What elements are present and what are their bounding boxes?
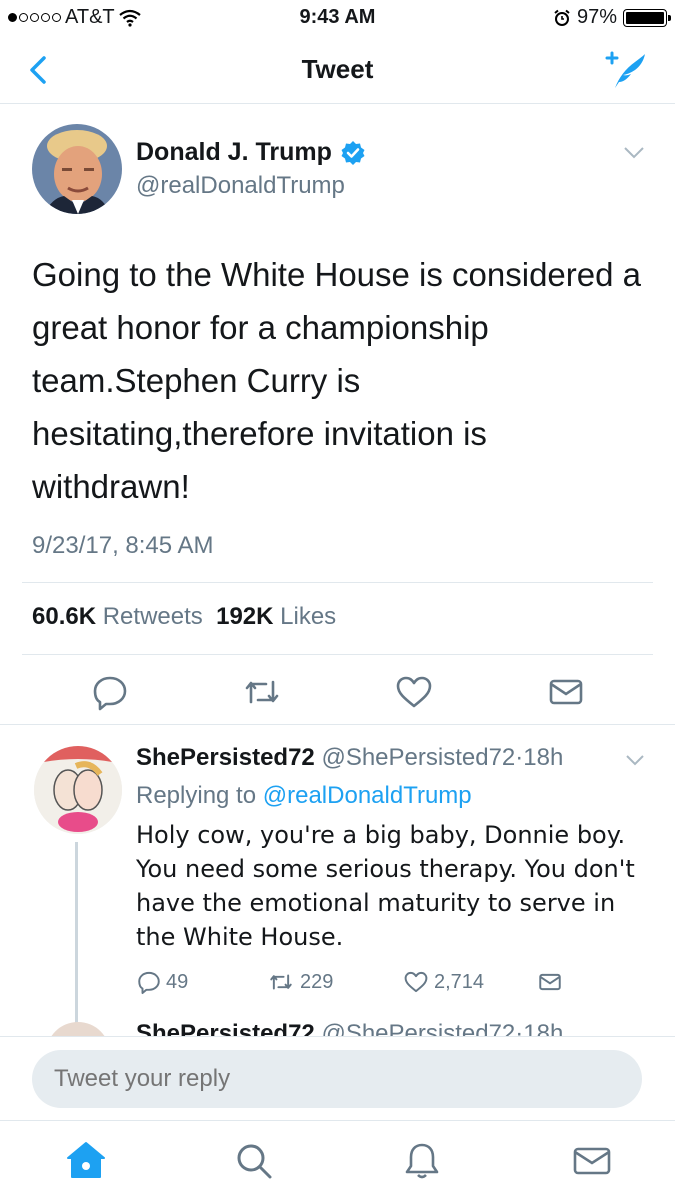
tab-bar — [0, 1120, 675, 1200]
tweet-stats: 60.6K Retweets 192K Likes — [32, 603, 336, 631]
thread-line — [75, 842, 78, 1032]
replying-to-link[interactable]: @realDonaldTrump — [263, 782, 472, 809]
divider — [0, 724, 675, 725]
verified-icon — [341, 140, 365, 165]
nav-bar: Tweet — [0, 36, 675, 104]
reply-retweet-count: 229 — [300, 970, 334, 993]
tweet-actions — [0, 664, 675, 724]
next-reply-header: ShePersisted72 @ShePersisted72·18h — [136, 1020, 563, 1036]
author-name-text: Donald J. Trump — [136, 138, 332, 166]
like-icon[interactable] — [394, 672, 434, 712]
reply-actions: 49 229 2,714 — [136, 966, 656, 1000]
reply-time: 18h — [523, 744, 564, 771]
reply-reply-button[interactable]: 49 — [136, 966, 188, 998]
retweet-label[interactable]: Retweets — [103, 603, 203, 630]
retweet-count[interactable]: 60.6K — [32, 603, 96, 630]
reply-message-button[interactable] — [536, 966, 564, 998]
avatar[interactable] — [46, 1022, 110, 1036]
divider — [22, 582, 653, 583]
tweet-timestamp: 9/23/17, 8:45 AM — [32, 532, 214, 559]
divider — [22, 654, 653, 655]
reply-avatar-image — [34, 746, 122, 834]
replying-prefix: Replying to — [136, 782, 257, 809]
retweet-icon — [270, 974, 292, 990]
reply-author-handle[interactable]: @ShePersisted72 — [321, 744, 515, 771]
like-count[interactable]: 192K — [216, 603, 273, 630]
message-icon — [539, 973, 561, 991]
alarm-icon — [554, 9, 570, 26]
reply-header: ShePersisted72 @ShePersisted72·18h — [136, 744, 563, 772]
page-title: Tweet — [301, 54, 374, 84]
status-bar: AT&T 9:43 AM 97% — [0, 0, 675, 36]
next-reply-author-name[interactable]: ShePersisted72 — [136, 1020, 315, 1036]
reply-author-name[interactable]: ShePersisted72 — [136, 744, 315, 771]
reply-retweet-button[interactable]: 229 — [266, 966, 333, 998]
battery-percent: 97% — [576, 6, 617, 28]
tweet-text: Going to the White House is considered a… — [32, 256, 642, 505]
reply-composer-bar — [0, 1036, 675, 1120]
status-bar-right: 97% — [553, 6, 671, 29]
messages-icon[interactable] — [570, 1139, 614, 1183]
reply-input[interactable] — [32, 1050, 642, 1108]
author-handle[interactable]: @realDonaldTrump — [136, 172, 345, 200]
avatar[interactable] — [32, 124, 122, 214]
like-icon — [404, 971, 428, 993]
next-reply-time: 18h — [523, 1020, 564, 1036]
replying-to: Replying to @realDonaldTrump — [136, 782, 472, 810]
avatar[interactable] — [34, 746, 122, 834]
author-name[interactable]: Donald J. Trump — [136, 138, 366, 167]
reply-reply-count: 49 — [166, 970, 189, 993]
message-icon[interactable] — [546, 672, 586, 712]
like-label[interactable]: Likes — [280, 603, 336, 630]
author-avatar-image — [32, 124, 122, 214]
chevron-down-icon[interactable] — [625, 754, 645, 766]
reply-text: Holy cow, you're a big baby, Donnie boy.… — [136, 821, 635, 951]
chevron-down-icon[interactable] — [623, 146, 645, 160]
search-icon[interactable] — [232, 1139, 276, 1183]
reply-like-button[interactable]: 2,714 — [402, 966, 484, 998]
next-reply-tweet[interactable]: ShePersisted72 @ShePersisted72·18h — [0, 1018, 675, 1036]
compose-icon[interactable] — [601, 48, 649, 92]
notifications-icon[interactable] — [400, 1139, 444, 1183]
battery-icon — [623, 8, 671, 27]
reply-like-count: 2,714 — [434, 970, 485, 993]
home-icon[interactable] — [64, 1139, 108, 1183]
retweet-icon[interactable] — [242, 672, 282, 712]
reply-icon[interactable] — [90, 672, 130, 712]
next-reply-author-handle[interactable]: @ShePersisted72 — [321, 1020, 515, 1036]
reply-icon — [138, 971, 160, 995]
